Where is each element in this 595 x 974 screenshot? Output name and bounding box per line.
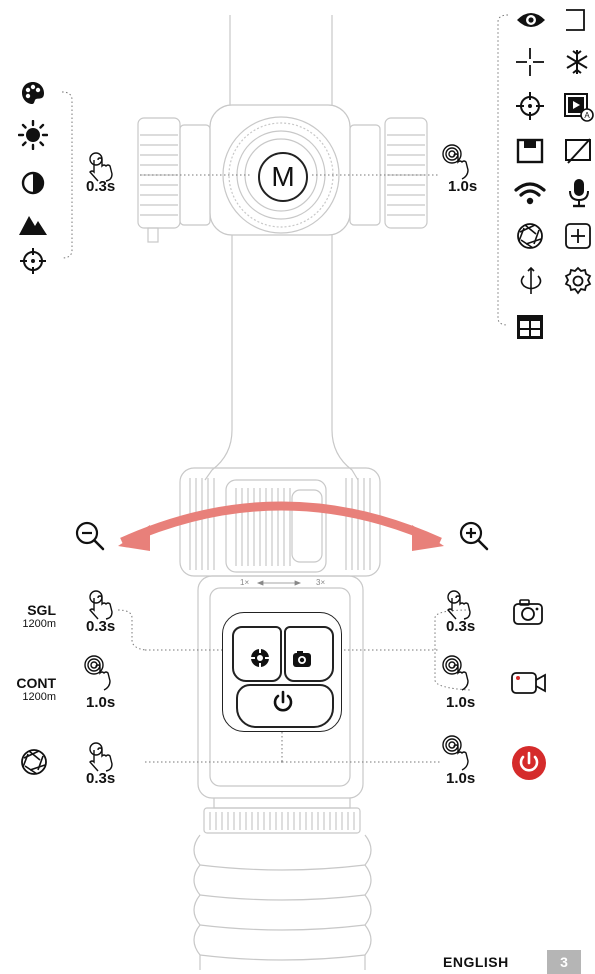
- freeze-icon: [566, 50, 588, 74]
- settings-gear-icon: [564, 266, 592, 295]
- footer-language: ENGLISH: [443, 954, 509, 970]
- camera-icon: [293, 651, 311, 667]
- plus-box-icon: [565, 223, 591, 249]
- grid-layout-icon: [517, 315, 543, 339]
- cont-distance: 1200m: [22, 691, 56, 703]
- video-press-duration: 1.0s: [446, 694, 476, 711]
- contrast-icon: [21, 171, 45, 195]
- scene-mode-icon: [19, 216, 47, 235]
- hold-hand-icon: [442, 655, 469, 691]
- footer-page-number: 3: [547, 950, 581, 974]
- video-camera-icon: [511, 672, 546, 694]
- rotate-icon: [520, 266, 542, 294]
- zeroing-icon: [516, 92, 544, 120]
- shutter-icon: [21, 749, 47, 775]
- palette-icon: [22, 82, 44, 104]
- tap-hand-icon: [89, 590, 113, 620]
- cont-press-duration: 1.0s: [86, 694, 116, 711]
- top-right-press-duration: 1.0s: [448, 178, 478, 195]
- eye-icon: [517, 13, 545, 27]
- power-red-icon: [512, 746, 546, 780]
- tap-hand-icon: [447, 590, 471, 620]
- hold-hand-icon: [442, 144, 469, 180]
- shutter-press-duration: 0.3s: [86, 770, 116, 787]
- power-symbol-icon: [273, 690, 293, 712]
- m-button-label: M: [271, 161, 295, 192]
- rangefinder-icon: [251, 649, 269, 667]
- zoom-max-label: 3×: [316, 578, 326, 587]
- crosshair-icon: [516, 48, 544, 76]
- reticle-icon: [20, 248, 46, 274]
- wifi-icon: [514, 182, 546, 205]
- shutter-icon: [517, 223, 543, 249]
- hold-hand-icon: [84, 655, 111, 691]
- photo-camera-icon: [513, 599, 543, 625]
- display-off-icon: [565, 138, 591, 164]
- cont-label: CONT 1200m: [0, 675, 56, 704]
- brightness-icon: [18, 120, 48, 150]
- device-illustration: [61, 14, 509, 970]
- sgl-press-duration: 0.3s: [86, 618, 116, 635]
- zoom-min-label: 1×: [240, 578, 250, 587]
- top-left-press-duration: 0.3s: [86, 178, 116, 195]
- rangefinder-bracket-icon: [566, 9, 585, 31]
- svg-text:A: A: [584, 111, 590, 120]
- zoom-out-icon[interactable]: [74, 520, 106, 552]
- microphone-icon: [569, 179, 589, 208]
- pip-icon: A: [564, 93, 594, 122]
- sgl-label: SGL 1200m: [0, 602, 56, 631]
- photo-press-duration: 0.3s: [446, 618, 476, 635]
- power-press-duration: 1.0s: [446, 770, 476, 787]
- zoom-in-icon[interactable]: [458, 520, 490, 552]
- hold-hand-icon: [442, 735, 469, 771]
- sgl-distance: 1200m: [22, 618, 56, 630]
- cont-mode: CONT: [16, 675, 56, 691]
- display-icon: [516, 138, 544, 164]
- sgl-mode: SGL: [27, 602, 56, 618]
- tap-hand-icon: [89, 742, 113, 772]
